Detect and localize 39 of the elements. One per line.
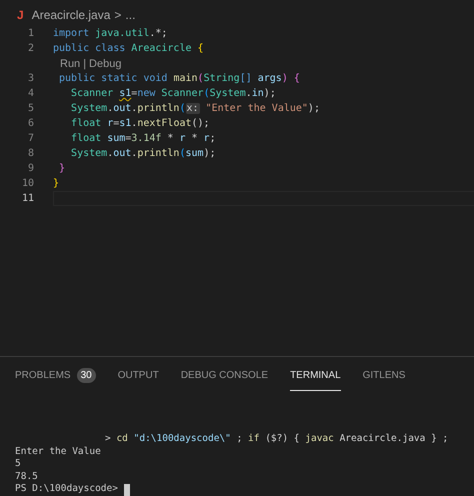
code-line: }	[58, 163, 66, 174]
line-number: 6	[26, 118, 34, 129]
breadcrumb-file[interactable]: Areacircle.java	[32, 8, 110, 22]
java-file-icon: J	[17, 8, 24, 22]
terminal-command: > cd "d:\100dayscode\" ; if ($?) { javac Areacircle.java } ;	[104, 433, 450, 446]
line-number: 8	[26, 148, 34, 159]
panel-tab[interactable]: GITLENS	[362, 367, 406, 392]
codelens-separator: |	[83, 58, 86, 70]
panel-tab[interactable]: DEBUG CONSOLE	[180, 367, 268, 392]
terminal-prompt: PS D:\100dayscode>	[15, 483, 118, 496]
line-number: 5	[26, 103, 34, 114]
code-line: System.out.println(sum);	[70, 148, 216, 159]
code-line: public static void main(String[] args) {	[58, 73, 300, 84]
code-line: }	[53, 178, 60, 189]
code-line: System.out.println(x: "Enter the Value");	[70, 103, 320, 114]
line-number: 9	[26, 163, 34, 174]
codelens-link[interactable]: Debug	[89, 58, 122, 70]
breadcrumb-separator: >	[114, 8, 122, 22]
line-number: 11	[20, 193, 34, 204]
terminal-output: Enter the Value	[15, 446, 102, 458]
terminal-output: 5	[15, 458, 22, 471]
line-number: 1	[26, 28, 34, 39]
line-number: 3	[26, 73, 34, 84]
code-line: float r=s1.nextFloat();	[70, 118, 210, 129]
line-number: 10	[20, 178, 34, 189]
panel-tab[interactable]: PROBLEMS 30	[15, 367, 96, 392]
panel-tab[interactable]: OUTPUT	[118, 367, 159, 392]
terminal-output: 78.5	[15, 470, 39, 484]
line-number: 7	[26, 133, 34, 144]
codelens-link[interactable]: Run	[60, 58, 80, 70]
code-line: import java.util.*;	[53, 28, 168, 39]
code-line: float sum=3.14f * r * r;	[70, 133, 216, 144]
code-line: public class Areacircle {	[53, 43, 204, 54]
line-number: 2	[26, 43, 34, 54]
breadcrumb-more[interactable]: ...	[125, 8, 136, 22]
line-number: 4	[26, 88, 34, 99]
code-line: Scanner s1=new Scanner(System.in);	[70, 88, 276, 99]
panel-tab[interactable]: TERMINAL	[290, 367, 341, 392]
terminal-cursor	[124, 484, 130, 496]
